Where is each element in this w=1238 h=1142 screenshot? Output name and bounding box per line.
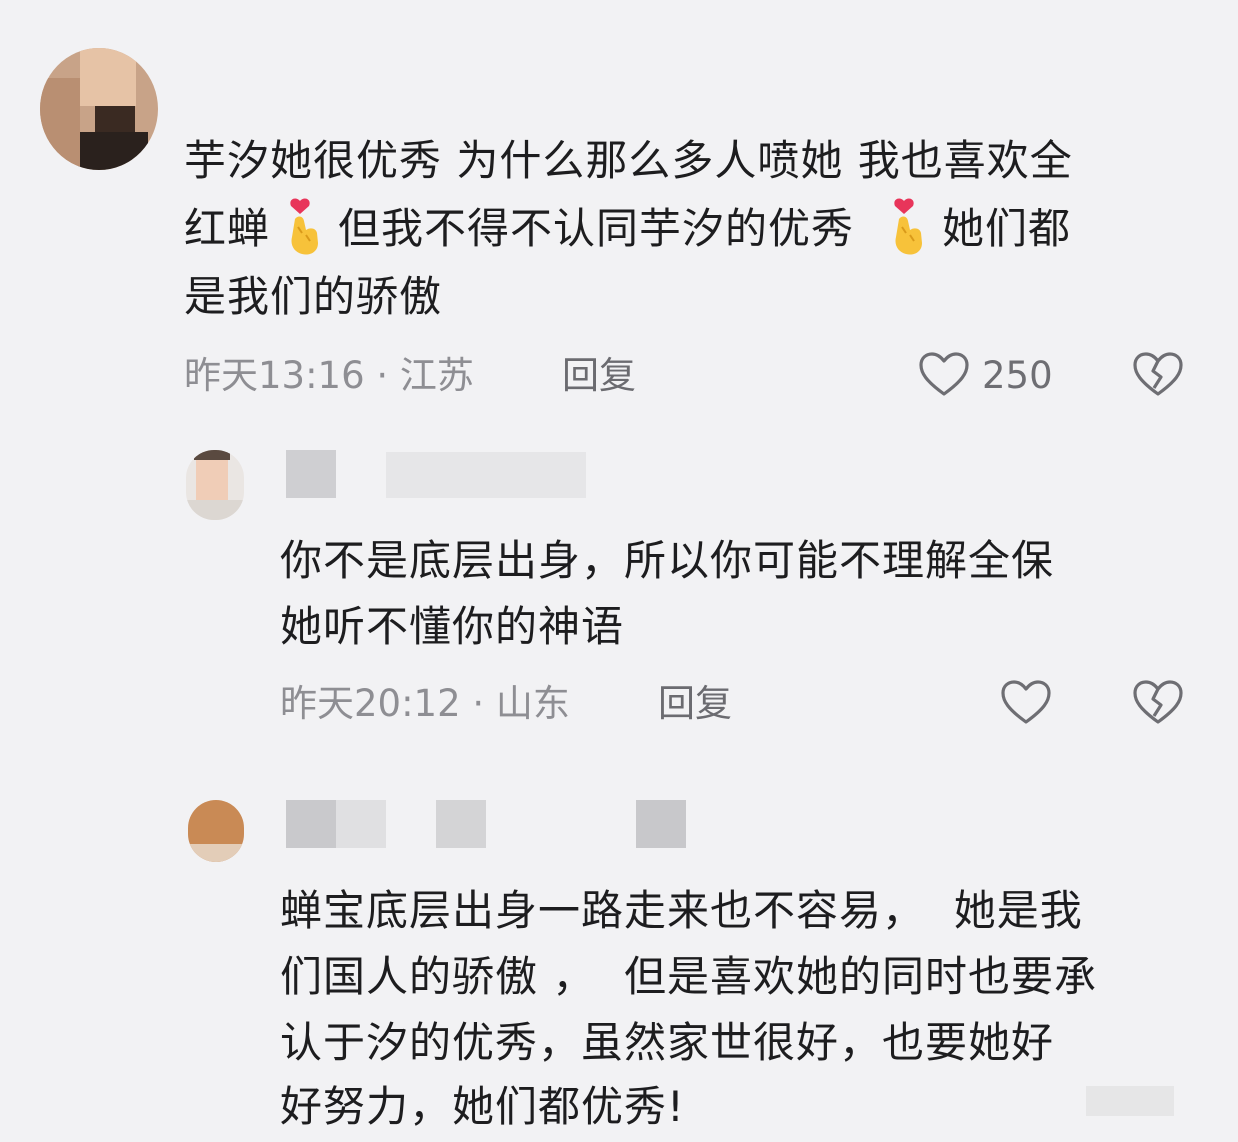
avatar[interactable]: [40, 48, 158, 170]
username-redacted: [286, 800, 336, 848]
comment-meta: 昨天13:16 · 江苏: [184, 354, 474, 397]
reply-button[interactable]: 回复: [562, 354, 636, 398]
avatar-mosaic-side: [40, 78, 80, 170]
avatar-mosaic-top: [80, 48, 136, 106]
comment-text-line: 蝉宝底层出身一路走来也不容易， 她是我: [280, 886, 1083, 935]
comment-text-line: 红蝉 但我不得不认同芋汐的优秀 她们都: [184, 196, 1071, 262]
comment-text-line: 她听不懂你的神语: [280, 602, 625, 651]
avatar-mosaic-face: [95, 106, 135, 132]
comment-text-line: 是我们的骄傲: [184, 272, 443, 321]
watermark: [1086, 1086, 1174, 1116]
comment-text-line: 好努力，她们都优秀!: [280, 1082, 685, 1131]
avatar[interactable]: [188, 800, 244, 862]
finger-heart-emoji-icon: [290, 198, 319, 255]
avatar[interactable]: [186, 450, 244, 520]
finger-heart-emoji-icon: [894, 198, 923, 255]
username-redacted: [436, 800, 486, 848]
username-redacted: [636, 800, 686, 848]
comment-text-line: 们国人的骄傲 ， 但是喜欢她的同时也要承: [280, 952, 1098, 1001]
comment-text-line: 芋汐她很优秀 为什么那么多人喷她 我也喜欢全: [184, 136, 1073, 185]
reply-button[interactable]: 回复: [658, 682, 732, 726]
avatar-mosaic-hair: [194, 450, 230, 460]
comment-text-line: 认于汐的优秀，虽然家世很好，也要她好: [280, 1018, 1055, 1067]
avatar-mosaic-face: [196, 458, 228, 500]
avatar-mosaic-bottom: [186, 500, 244, 520]
username-redacted: [286, 450, 336, 498]
broken-heart-icon[interactable]: [1132, 680, 1184, 726]
username-redacted: [336, 800, 386, 848]
heart-outline-icon[interactable]: [1000, 680, 1052, 726]
avatar-mosaic-bottom: [188, 844, 244, 862]
avatar-mosaic-body: [78, 132, 148, 170]
comment-text-fragment: 但我不得不认同芋汐的优秀: [338, 204, 855, 253]
comment-meta: 昨天20:12 · 山东: [280, 682, 570, 725]
comment-text-fragment: 她们都: [942, 204, 1072, 253]
comment-text-fragment: 红蝉: [184, 204, 271, 253]
heart-outline-icon[interactable]: [918, 352, 970, 398]
like-count: 250: [982, 354, 1053, 397]
comment-text-line: 你不是底层出身，所以你可能不理解全保: [280, 536, 1055, 585]
username-redacted: [386, 452, 586, 498]
broken-heart-icon[interactable]: [1132, 352, 1184, 398]
